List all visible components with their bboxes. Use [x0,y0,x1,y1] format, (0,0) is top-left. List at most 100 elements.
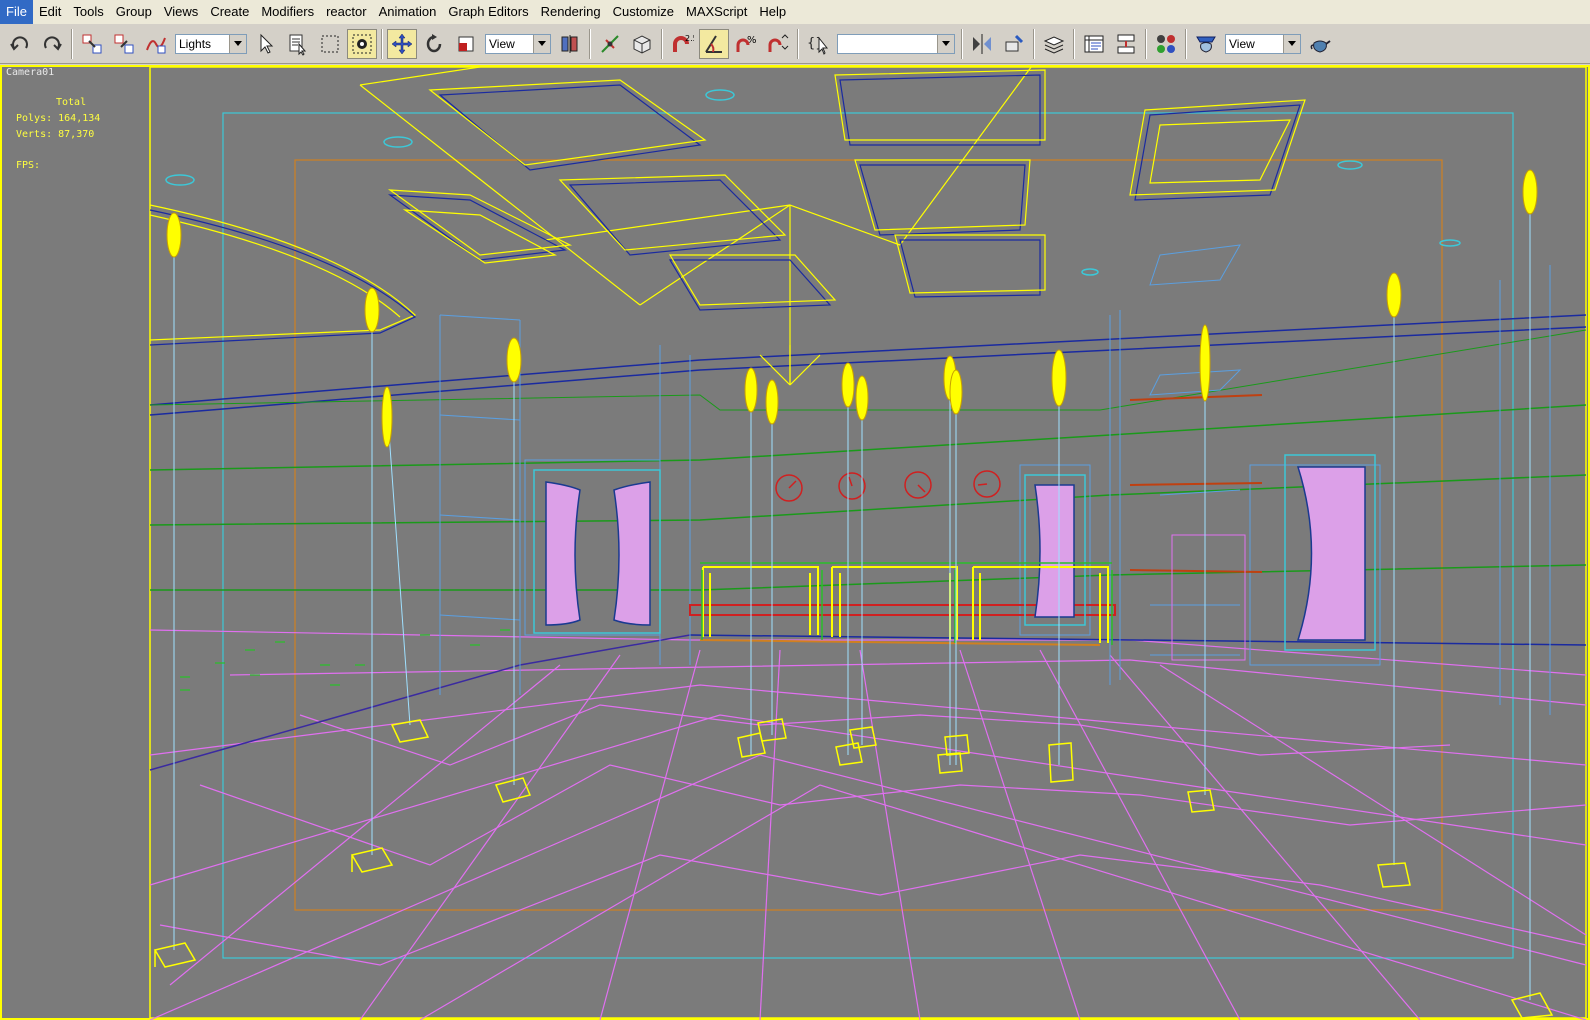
selection-filter-value: Lights [179,36,212,51]
reference-coordinate-dropdown[interactable]: View [485,33,551,54]
spinner-snap-icon [768,33,789,52]
quick-render-button[interactable] [1305,29,1335,59]
material-spheres-icon [1157,34,1175,53]
window-crossing-button[interactable] [347,28,377,59]
keyboard-shortcut-override-button[interactable] [627,29,657,59]
toolbar-separator [381,28,383,59]
menu-maxscript[interactable]: MAXScript [680,0,753,24]
keyboard-cube-icon [633,34,651,54]
chevron-down-icon [533,34,550,53]
align-icon [1005,34,1024,51]
render-scene-dialog-button[interactable] [1191,29,1221,59]
select-and-move-button[interactable] [387,28,417,59]
toolbar-separator [1185,28,1187,59]
undo-icon [10,35,28,51]
toolbar-separator [589,28,591,59]
svg-text:%: % [747,35,757,46]
menu-edit[interactable]: Edit [33,0,67,24]
viewport-wireframe-scene[interactable] [0,65,1590,1020]
select-object-button[interactable] [251,29,281,59]
select-and-manipulate-button[interactable] [595,29,625,59]
render-teapot-icon [1196,36,1216,53]
snaps-toggle-button[interactable]: 2.5 [667,29,697,59]
toolbar-separator [1073,28,1075,59]
menu-create[interactable]: Create [204,0,255,24]
select-and-rotate-button[interactable] [419,29,449,59]
select-by-name-icon [289,34,307,56]
menu-graph-editors[interactable]: Graph Editors [442,0,534,24]
toolbar-separator [661,28,663,59]
toolbar-separator [961,28,963,59]
curve-editor-button[interactable] [1079,29,1109,59]
space-warp-icon [146,37,166,53]
viewport-label[interactable]: Camera01 [6,67,54,78]
material-editor-button[interactable] [1151,29,1181,59]
rotate-icon [426,33,442,52]
track-view-icon [1084,35,1104,52]
main-toolbar: Lights View 2.5 % [0,24,1590,64]
stats-polys: Polys: 164,134 [16,113,101,124]
scale-icon [458,36,474,51]
layer-manager-button[interactable] [1039,29,1069,59]
angle-snap-icon [705,34,722,53]
chevron-down-icon [229,34,246,53]
teapot-icon [1310,39,1331,53]
render-type-dropdown[interactable]: View [1225,33,1301,54]
menu-customize[interactable]: Customize [607,0,680,24]
menu-modifiers[interactable]: Modifiers [255,0,320,24]
snap-value-label: 2.5 [685,34,694,43]
stats-fps: FPS: [16,160,41,171]
cursor-arrow-icon [260,33,274,54]
toolbar-separator [1145,28,1147,59]
edit-named-selection-button[interactable]: {} [803,29,833,59]
schematic-icon [1117,34,1135,53]
pivot-center-icon [561,34,578,53]
menu-reactor[interactable]: reactor [320,0,372,24]
manipulate-icon [601,34,619,53]
redo-icon [44,35,62,51]
chevron-down-icon [937,34,954,53]
redo-button[interactable] [37,29,67,59]
menu-rendering[interactable]: Rendering [535,0,607,24]
unlink-selection-button[interactable] [109,29,139,59]
spinner-snap-toggle-button[interactable] [763,29,793,59]
selection-filter-dropdown[interactable]: Lights [175,33,247,54]
bind-to-space-warp-button[interactable] [141,29,171,59]
window-crossing-icon [352,34,372,53]
stats-verts: Verts: 87,370 [16,129,95,140]
select-and-scale-button[interactable] [451,29,481,59]
rectangular-selection-button[interactable] [315,29,345,59]
undo-button[interactable] [5,29,35,59]
move-icon [391,33,413,54]
named-selection-icon: {} [807,36,829,55]
magnet-snap-icon: 2.5 [673,34,694,52]
menu-help[interactable]: Help [753,0,792,24]
schematic-view-button[interactable] [1111,29,1141,59]
unlink-icon [114,34,134,53]
use-pivot-center-button[interactable] [555,29,585,59]
select-by-name-button[interactable] [283,29,313,59]
toolbar-separator [797,28,799,59]
menu-group[interactable]: Group [110,0,158,24]
menu-tools[interactable]: Tools [67,0,109,24]
render-type-value: View [1229,36,1255,51]
chevron-down-icon [1283,34,1300,53]
align-button[interactable] [999,29,1029,59]
percent-snap-toggle-button[interactable]: % [731,29,761,59]
reference-coordinate-value: View [489,36,515,51]
mirror-icon [973,33,991,54]
rect-selection-icon [321,35,339,52]
menu-file[interactable]: File [0,0,33,24]
stats-title: Total [56,97,87,108]
toolbar-separator [1033,28,1035,59]
percent-snap-icon: % [736,35,757,52]
menu-animation[interactable]: Animation [373,0,443,24]
mirror-button[interactable] [967,29,997,59]
toolbar-separator [71,28,73,59]
named-selection-sets-dropdown[interactable] [837,33,955,54]
menu-bar: File Edit Tools Group Views Create Modif… [0,0,1590,25]
select-and-link-button[interactable] [77,29,107,59]
layers-icon [1043,35,1065,54]
angle-snap-toggle-button[interactable] [699,28,729,59]
menu-views[interactable]: Views [158,0,204,24]
